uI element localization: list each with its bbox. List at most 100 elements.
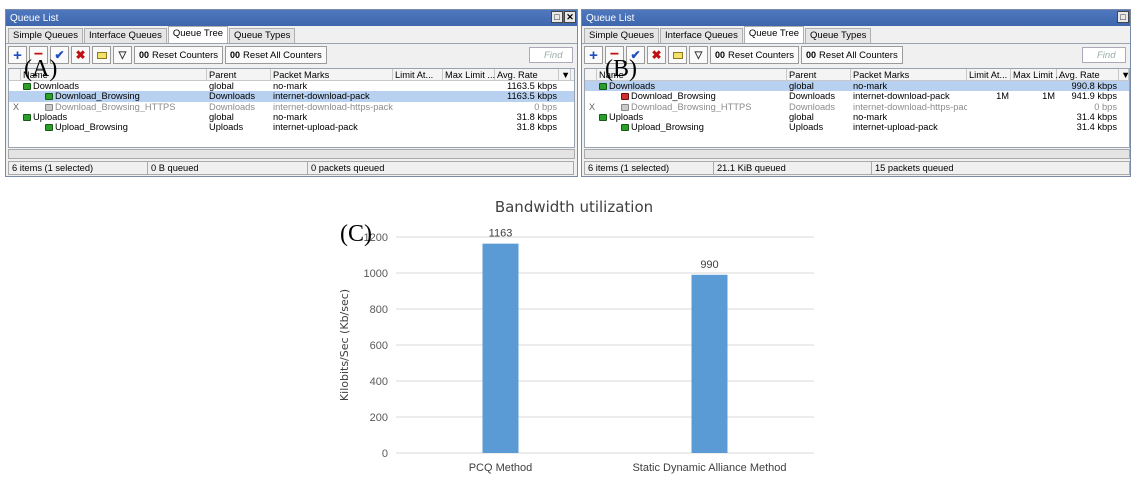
find-input[interactable]: Find bbox=[529, 47, 573, 63]
queue-name: Upload_Browsing bbox=[597, 122, 787, 132]
reset-counters-button[interactable]: 00 Reset Counters bbox=[710, 46, 800, 64]
column-menu-icon[interactable]: ▼ bbox=[1119, 69, 1129, 80]
queue-avg-rate: 0 bps bbox=[534, 101, 557, 112]
toolbar: + − ✔ ✖ ▽ 00 Reset Counters 00 Reset All C… bbox=[6, 44, 577, 66]
y-tick-label: 600 bbox=[370, 340, 388, 352]
queue-max-limit: 1M bbox=[1042, 91, 1055, 102]
window-title: Queue List bbox=[10, 12, 59, 24]
restore-icon[interactable]: □ bbox=[551, 11, 563, 23]
table-row[interactable]: Uploads global no-mark 31.4 kbps bbox=[585, 112, 1129, 122]
horizontal-scrollbar[interactable] bbox=[584, 149, 1130, 159]
status-queued-bytes: 0 B queued bbox=[148, 161, 308, 175]
reset-all-counters-button[interactable]: 00 Reset All Counters bbox=[225, 46, 327, 64]
table-row[interactable]: Downloads global no-mark 1163.5 kbps bbox=[9, 81, 574, 91]
tab-simple-queues[interactable]: Simple Queues bbox=[584, 28, 659, 43]
tab-queue-tree[interactable]: Queue Tree bbox=[743, 26, 805, 43]
tab-strip: Simple Queues Interface Queues Queue Tre… bbox=[582, 26, 1130, 44]
queue-max-limit bbox=[443, 81, 495, 91]
queue-name-label: Download_Browsing bbox=[55, 91, 140, 102]
row-flag: X bbox=[12, 101, 20, 112]
status-bar: 6 items (1 selected) 21.1 KiB queued 15 … bbox=[584, 161, 1130, 175]
reset-counters-button[interactable]: 00 Reset Counters bbox=[134, 46, 224, 64]
queue-limit-at bbox=[393, 122, 443, 132]
tab-queue-types[interactable]: Queue Types bbox=[229, 28, 296, 43]
queue-max-limit bbox=[443, 102, 495, 112]
queue-list-window-b: Queue List □ Simple Queues Interface Que… bbox=[581, 9, 1131, 177]
reset-all-counters-button[interactable]: 00 Reset All Counters bbox=[801, 46, 903, 64]
add-icon[interactable]: + bbox=[584, 46, 603, 64]
column-header-avg-rate[interactable]: Avg. Rate bbox=[495, 69, 559, 80]
table-row[interactable]: Uploads global no-mark 31.8 kbps bbox=[9, 112, 574, 122]
column-header-parent[interactable]: Parent bbox=[787, 69, 851, 80]
tab-interface-queues[interactable]: Interface Queues bbox=[659, 28, 743, 43]
tab-queue-tree[interactable]: Queue Tree bbox=[167, 26, 229, 43]
queue-icon bbox=[23, 113, 31, 121]
column-header-max-limit[interactable]: Max Limit ... bbox=[1011, 69, 1063, 80]
queue-name: Uploads bbox=[21, 112, 207, 122]
column-header-avg-rate[interactable]: Avg. Rate bbox=[1057, 69, 1119, 80]
window-titlebar[interactable]: Queue List □ bbox=[582, 10, 1130, 26]
window-title: Queue List bbox=[586, 12, 635, 24]
y-tick-label: 800 bbox=[370, 304, 388, 316]
queue-packet-marks: internet-download-pack bbox=[853, 91, 950, 102]
queue-name: Download_Browsing_HTTPS bbox=[597, 102, 787, 112]
queue-max-limit bbox=[443, 91, 495, 101]
column-header-packet-marks[interactable]: Packet Marks bbox=[851, 69, 967, 80]
filter-icon[interactable]: ▽ bbox=[113, 46, 132, 64]
tab-queue-types[interactable]: Queue Types bbox=[805, 28, 872, 43]
row-flag bbox=[585, 112, 597, 122]
queue-parent: Uploads bbox=[209, 122, 244, 133]
panel-label-c: (C) bbox=[340, 221, 372, 247]
queue-limit-at bbox=[967, 112, 1011, 122]
queue-limit-at bbox=[967, 102, 1011, 112]
queue-avg-rate: 31.4 kbps bbox=[1076, 111, 1117, 122]
column-header-max-limit[interactable]: Max Limit ... bbox=[443, 69, 495, 80]
queue-icon bbox=[621, 103, 629, 111]
column-header-parent[interactable]: Parent bbox=[207, 69, 271, 80]
row-flag: X bbox=[588, 101, 596, 112]
tab-simple-queues[interactable]: Simple Queues bbox=[8, 28, 83, 43]
y-tick-label: 1000 bbox=[364, 268, 388, 280]
restore-icon[interactable]: □ bbox=[1117, 11, 1129, 23]
queue-parent: global bbox=[789, 81, 814, 91]
column-menu-icon[interactable]: ▼ bbox=[559, 69, 571, 80]
queue-tree-table: Name Parent Packet Marks Limit At... Max… bbox=[8, 68, 575, 148]
table-row[interactable]: X Download_Browsing_HTTPS Downloads interne… bbox=[9, 102, 574, 112]
y-tick-label: 0 bbox=[382, 448, 388, 460]
filter-icon[interactable]: ▽ bbox=[689, 46, 708, 64]
disable-icon[interactable]: ✖ bbox=[647, 46, 666, 64]
find-input[interactable]: Find bbox=[1082, 47, 1126, 63]
panel-label-a: (A) bbox=[24, 56, 58, 82]
queue-avg-rate: 941.9 kbps bbox=[1071, 91, 1118, 102]
queue-packet-marks: no-mark bbox=[853, 81, 888, 91]
table-row[interactable]: Upload_Browsing Uploads internet-upload-pa… bbox=[9, 122, 574, 132]
row-flag bbox=[9, 91, 21, 101]
queue-name-label: Download_Browsing bbox=[631, 91, 716, 102]
queue-name-label: Upload_Browsing bbox=[631, 122, 704, 133]
table-row[interactable]: Download_Browsing Downloads internet-downl… bbox=[585, 91, 1129, 101]
tab-interface-queues[interactable]: Interface Queues bbox=[83, 28, 167, 43]
column-header-limit-at[interactable]: Limit At... bbox=[967, 69, 1011, 80]
comment-icon[interactable] bbox=[668, 46, 687, 64]
queue-packet-marks: internet-download-pack bbox=[273, 91, 370, 102]
disable-icon[interactable]: ✖ bbox=[71, 46, 90, 64]
comment-icon[interactable] bbox=[92, 46, 111, 64]
table-row[interactable]: X Download_Browsing_HTTPS Downloads interne… bbox=[585, 102, 1129, 112]
row-flag bbox=[585, 91, 597, 101]
table-header: Name Parent Packet Marks Limit At... Max… bbox=[585, 69, 1129, 81]
queue-name-label: Download_Browsing_HTTPS bbox=[55, 101, 176, 112]
row-flag bbox=[9, 81, 21, 91]
bandwidth-chart: 0 200 400 600 800 1000 1200 1163 PCQ Method 990 St… bbox=[324, 183, 824, 479]
window-titlebar[interactable]: Queue List □ ✕ bbox=[6, 10, 577, 26]
queue-max-limit bbox=[1011, 122, 1057, 132]
horizontal-scrollbar[interactable] bbox=[8, 149, 575, 159]
queue-avg-rate: 0 bps bbox=[1094, 101, 1117, 112]
table-row[interactable]: Download_Browsing Downloads internet-downl… bbox=[9, 91, 574, 102]
table-row[interactable]: Upload_Browsing Uploads internet-upload-pa… bbox=[585, 122, 1129, 132]
queue-icon bbox=[23, 83, 31, 90]
column-header-packet-marks[interactable]: Packet Marks bbox=[271, 69, 393, 80]
close-icon[interactable]: ✕ bbox=[564, 11, 576, 23]
table-row[interactable]: Downloads global no-mark 990.8 kbps bbox=[585, 81, 1129, 92]
queue-icon bbox=[45, 93, 53, 101]
column-header-limit-at[interactable]: Limit At... bbox=[393, 69, 443, 80]
